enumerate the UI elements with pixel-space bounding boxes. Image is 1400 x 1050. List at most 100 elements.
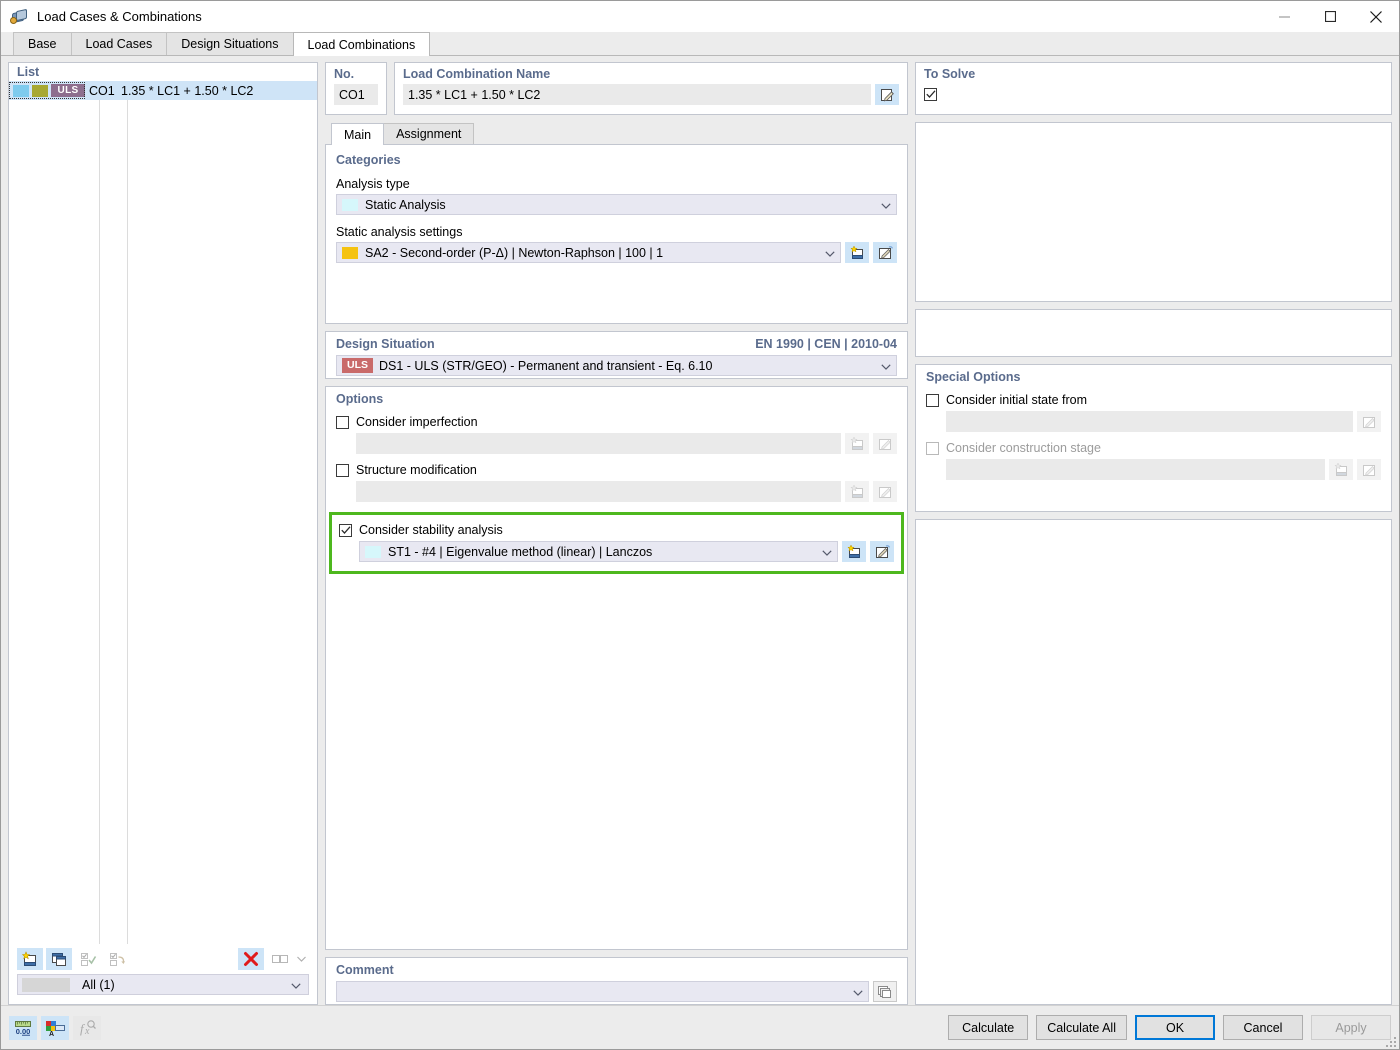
tab-assignment[interactable]: Assignment xyxy=(383,123,475,144)
edit-pencil-icon[interactable] xyxy=(875,84,899,105)
consider-stability-analysis-row[interactable]: Consider stability analysis xyxy=(339,523,894,537)
chevron-down-icon[interactable] xyxy=(293,948,309,970)
tab-load-cases-label: Load Cases xyxy=(85,37,153,51)
list-body[interactable]: ULS CO1 1.35 * LC1 + 1.50 * LC2 xyxy=(9,81,317,944)
static-settings-swatch-icon xyxy=(342,246,358,259)
special-options-group: Special Options Consider initial state f… xyxy=(915,364,1392,512)
resize-grip[interactable] xyxy=(1384,1035,1396,1047)
comment-group: Comment xyxy=(325,957,908,1005)
left-content-pane: Main Assignment Categories Analysis type… xyxy=(325,122,908,1005)
consider-imperfection-checkbox[interactable] xyxy=(336,415,349,429)
tab-base[interactable]: Base xyxy=(13,32,72,55)
stability-analysis-combo[interactable]: ST1 - #4 | Eigenvalue method (linear) | … xyxy=(359,541,838,562)
list-item-name: 1.35 * LC1 + 1.50 * LC2 xyxy=(121,83,254,98)
analysis-type-combo[interactable]: Static Analysis xyxy=(336,194,897,215)
analysis-type-value: Static Analysis xyxy=(365,197,446,212)
edit-construction-stage-button xyxy=(1357,459,1381,480)
list-column-divider-2 xyxy=(127,81,128,944)
no-field-box: No. CO1 xyxy=(325,62,387,115)
load-cases-combinations-window: Load Cases & Combinations Base Load Case… xyxy=(0,0,1400,1050)
right-empty-panel-1 xyxy=(915,122,1392,302)
select-all-button[interactable] xyxy=(75,948,101,970)
new-button[interactable] xyxy=(17,948,43,970)
cancel-button[interactable]: Cancel xyxy=(1223,1015,1303,1040)
svg-text:A: A xyxy=(49,1031,54,1037)
consider-imperfection-row[interactable]: Consider imperfection xyxy=(336,415,897,429)
close-button[interactable] xyxy=(1353,1,1399,32)
copy-button[interactable] xyxy=(46,948,72,970)
tab-load-combinations[interactable]: Load Combinations xyxy=(292,32,431,56)
static-settings-label: Static analysis settings xyxy=(336,225,463,239)
ok-button[interactable]: OK xyxy=(1135,1015,1215,1040)
no-value: CO1 xyxy=(334,84,378,105)
view-layout-split-button[interactable] xyxy=(267,948,309,970)
design-situation-value: DS1 - ULS (STR/GEO) - Permanent and tran… xyxy=(379,358,713,373)
edit-imperfection-button[interactable] xyxy=(873,433,897,454)
consider-stability-analysis-checkbox[interactable] xyxy=(339,523,352,537)
to-solve-checkbox[interactable] xyxy=(924,88,937,101)
minimize-button[interactable] xyxy=(1261,1,1307,32)
chevron-down-icon xyxy=(876,198,896,212)
consider-initial-state-checkbox[interactable] xyxy=(926,393,939,407)
tab-main-label: Main xyxy=(344,127,372,142)
chevron-down-icon xyxy=(876,359,896,373)
apply-button-label: Apply xyxy=(1335,1020,1367,1035)
window-title: Load Cases & Combinations xyxy=(37,9,202,24)
consider-construction-stage-checkbox xyxy=(926,441,939,455)
structure-modification-checkbox[interactable] xyxy=(336,463,349,477)
uls-badge: ULS xyxy=(342,358,373,373)
consider-initial-state-row[interactable]: Consider initial state from xyxy=(926,393,1381,407)
edit-initial-state-button[interactable] xyxy=(1357,411,1381,432)
special-options-label: Special Options xyxy=(926,370,1021,384)
new-static-settings-button[interactable] xyxy=(845,242,869,263)
construction-stage-field xyxy=(946,459,1325,480)
list-item[interactable]: ULS CO1 1.35 * LC1 + 1.50 * LC2 xyxy=(9,81,317,100)
new-construction-stage-button xyxy=(1329,459,1353,480)
svg-text:x: x xyxy=(84,1026,90,1037)
consider-initial-state-label: Consider initial state from xyxy=(946,393,1088,407)
svg-text:0.00: 0.00 xyxy=(16,1027,31,1036)
delete-button[interactable] xyxy=(238,948,264,970)
tab-base-label: Base xyxy=(28,37,57,51)
edit-structure-modification-button[interactable] xyxy=(873,481,897,502)
apply-button: Apply xyxy=(1311,1015,1391,1040)
title-bar: Load Cases & Combinations xyxy=(1,1,1399,32)
categories-label: Categories xyxy=(336,153,401,167)
view-layout-button[interactable] xyxy=(267,948,293,970)
filter-combo[interactable]: All (1) xyxy=(17,974,309,995)
no-label: No. xyxy=(334,67,355,81)
calculate-all-button[interactable]: Calculate All xyxy=(1036,1015,1127,1040)
decimal-places-button[interactable]: 0.00 xyxy=(9,1015,37,1040)
name-value[interactable]: 1.35 * LC1 + 1.50 * LC2 xyxy=(403,84,871,105)
list-panel: List ULS CO1 1.35 * LC1 + 1.50 * LC2 All… xyxy=(8,62,318,1005)
right-content-pane: Special Options Consider initial state f… xyxy=(915,122,1392,1005)
dialog-footer: 0.00 A f x Calculate Calculate All OK Ca… xyxy=(1,1005,1399,1049)
units-and-colors-button[interactable]: A xyxy=(41,1015,69,1040)
edit-static-settings-button[interactable] xyxy=(873,242,897,263)
design-situation-label: Design Situation xyxy=(336,337,435,351)
new-structure-modification-button[interactable] xyxy=(845,481,869,502)
calculate-button-label: Calculate xyxy=(962,1020,1015,1035)
invert-selection-button[interactable] xyxy=(104,948,130,970)
static-settings-combo[interactable]: SA2 - Second-order (P-Δ) | Newton-Raphso… xyxy=(336,242,841,263)
color-swatch-blue-icon xyxy=(13,84,29,97)
edit-stability-analysis-button[interactable] xyxy=(870,541,894,562)
comment-combo[interactable] xyxy=(336,981,869,1002)
new-imperfection-button[interactable] xyxy=(845,433,869,454)
to-solve-box: To Solve xyxy=(915,62,1392,115)
comment-library-button[interactable] xyxy=(873,981,897,1002)
name-label: Load Combination Name xyxy=(403,67,551,81)
chevron-down-icon xyxy=(817,545,837,559)
static-settings-value: SA2 - Second-order (P-Δ) | Newton-Raphso… xyxy=(365,245,664,260)
new-stability-analysis-button[interactable] xyxy=(842,541,866,562)
tab-load-cases[interactable]: Load Cases xyxy=(70,32,168,55)
analysis-type-swatch-icon xyxy=(342,198,358,211)
content-panes: Main Assignment Categories Analysis type… xyxy=(325,122,1392,1005)
tab-main[interactable]: Main xyxy=(331,123,385,145)
design-situation-combo[interactable]: ULS DS1 - ULS (STR/GEO) - Permanent and … xyxy=(336,355,897,376)
calculate-button[interactable]: Calculate xyxy=(948,1015,1029,1040)
tab-design-situations[interactable]: Design Situations xyxy=(166,32,294,55)
maximize-button[interactable] xyxy=(1307,1,1353,32)
cancel-button-label: Cancel xyxy=(1243,1020,1283,1035)
structure-modification-row[interactable]: Structure modification xyxy=(336,463,897,477)
